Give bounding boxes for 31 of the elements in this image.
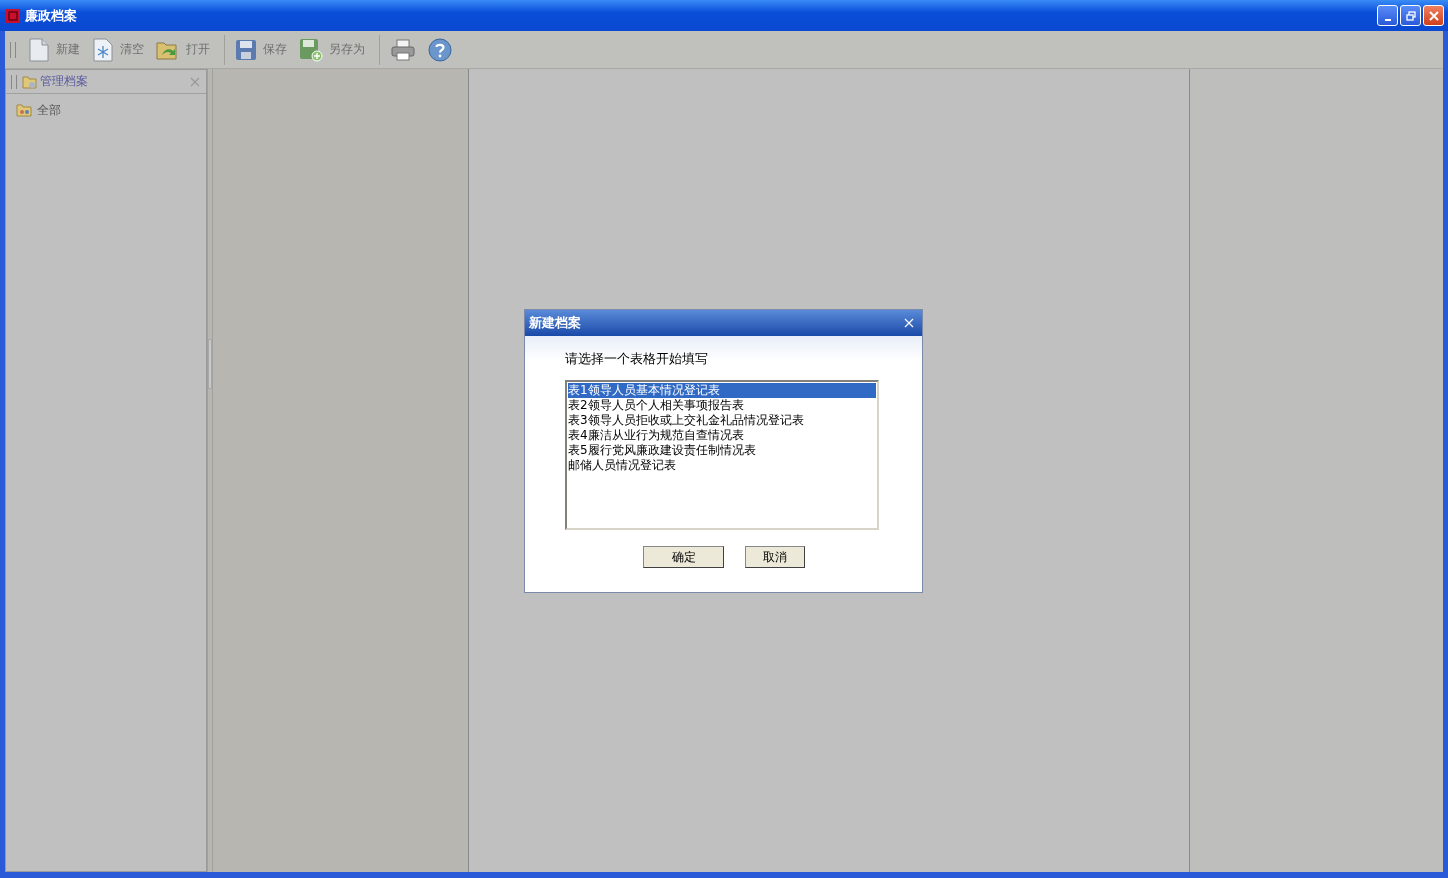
list-item[interactable]: 表4廉洁从业行为规范自查情况表 (568, 428, 876, 443)
app-icon (6, 8, 20, 23)
window-title: 廉政档案 (25, 6, 77, 25)
form-list[interactable]: 表1领导人员基本情况登记表 表2领导人员个人相关事项报告表 表3领导人员拒收或上交礼金礼品情况登记表 表4廉洁从业行为规范自查情况表 表5履行党风廉政建设责任制情况表 邮储人员情况登记表 (565, 380, 879, 530)
dialog-title: 新建档案 (529, 314, 581, 332)
list-item[interactable]: 邮储人员情况登记表 (568, 458, 876, 473)
tree-item[interactable]: 全部 (16, 100, 196, 120)
close-icon (190, 76, 200, 87)
minimize-button[interactable] (1377, 5, 1398, 26)
close-button[interactable] (902, 316, 916, 330)
list-item[interactable]: 表1领导人员基本情况登记表 (568, 383, 876, 398)
help-icon (428, 37, 452, 62)
close-icon (1428, 10, 1439, 21)
snowflake-page-icon (92, 37, 114, 62)
ok-button[interactable]: 确定 (643, 546, 724, 568)
printer-icon (390, 37, 416, 62)
prompt-text: 请选择一个表格开始填写 (565, 350, 709, 368)
grip-handle[interactable] (10, 41, 16, 58)
restore-button[interactable] (1400, 5, 1421, 26)
floppy-plus-icon (299, 37, 323, 62)
restore-icon (1405, 10, 1416, 21)
panel-title: 管理档案 (40, 73, 88, 90)
cancel-button[interactable]: 取消 (745, 546, 805, 568)
folder-people-icon (16, 103, 32, 117)
list-item[interactable]: 表5履行党风廉政建设责任制情况表 (568, 443, 876, 458)
minimize-icon (1384, 18, 1391, 21)
list-item[interactable]: 表2领导人员个人相关事项报告表 (568, 398, 876, 413)
page-icon (28, 37, 50, 62)
close-button[interactable] (1423, 5, 1444, 26)
list-item[interactable]: 表3领导人员拒收或上交礼金礼品情况登记表 (568, 413, 876, 428)
close-icon (904, 318, 914, 328)
